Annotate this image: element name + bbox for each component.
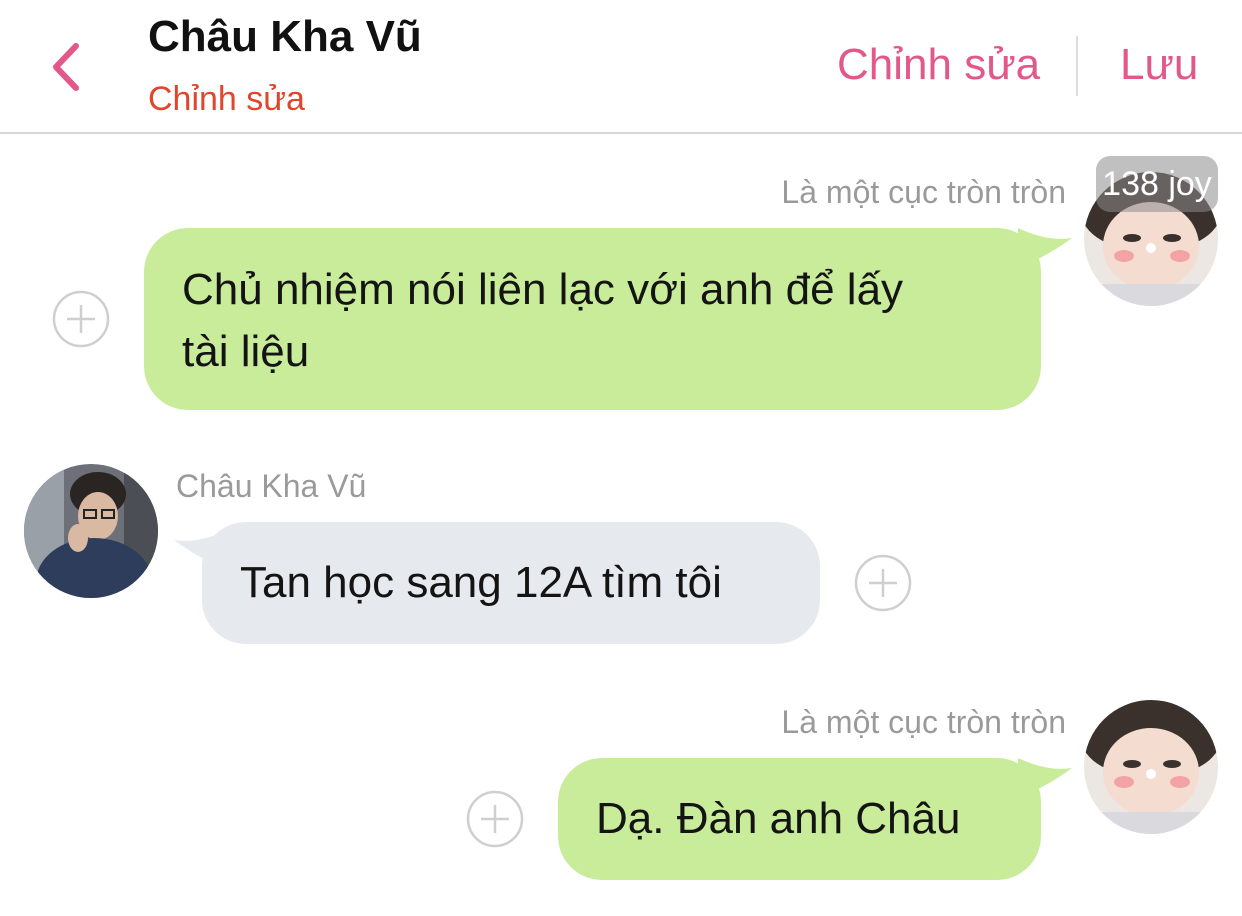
- plus-circle-icon: [466, 790, 524, 848]
- edit-button[interactable]: Chỉnh sửa: [837, 40, 1040, 90]
- message-text: Tan học sang 12A tìm tôi: [240, 558, 722, 607]
- chat-subtitle: Chỉnh sửa: [148, 80, 305, 118]
- avatar-badge: 138 joy: [1096, 156, 1218, 212]
- avatar-image: [24, 464, 158, 598]
- message-bubble[interactable]: Chủ nhiệm nói liên lạc với anh để lấy tà…: [144, 228, 1041, 410]
- chat-title: Châu Kha Vũ: [148, 12, 422, 61]
- avatar[interactable]: [24, 464, 158, 598]
- message-text: Dạ. Đàn anh Châu: [596, 794, 961, 843]
- plus-circle-icon: [854, 554, 912, 612]
- sender-name: Châu Kha Vũ: [176, 468, 367, 504]
- back-button[interactable]: [44, 38, 92, 96]
- message-bubble[interactable]: Dạ. Đàn anh Châu: [558, 758, 1041, 880]
- chevron-left-icon: [53, 43, 79, 91]
- sender-name: Là một cục tròn tròn: [781, 704, 1066, 740]
- add-reaction-button[interactable]: [854, 554, 912, 612]
- sender-name: Là một cục tròn tròn: [781, 174, 1066, 210]
- add-reaction-button[interactable]: [52, 290, 110, 348]
- plus-circle-icon: [52, 290, 110, 348]
- message-text: tài liệu: [182, 327, 310, 376]
- save-button[interactable]: Lưu: [1120, 40, 1198, 90]
- message-bubble[interactable]: Tan học sang 12A tìm tôi: [202, 522, 820, 644]
- add-reaction-button[interactable]: [466, 790, 524, 848]
- message-text: Chủ nhiệm nói liên lạc với anh để lấy: [182, 265, 904, 314]
- avatar[interactable]: [1084, 700, 1218, 834]
- avatar-image: [1084, 700, 1218, 834]
- chat-header: Châu Kha Vũ Chỉnh sửa Chỉnh sửa Lưu: [0, 0, 1242, 134]
- header-divider: [1076, 36, 1078, 96]
